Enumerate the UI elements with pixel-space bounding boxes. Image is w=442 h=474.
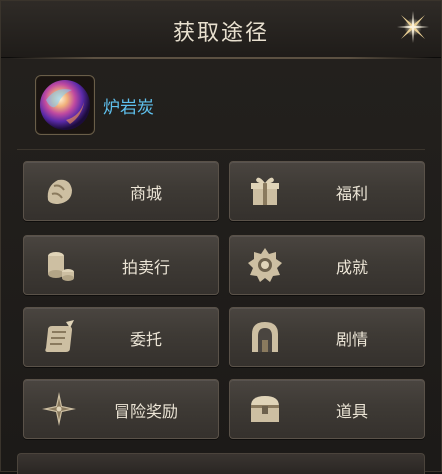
source-label: 成就 xyxy=(335,258,368,277)
treasure-chest-icon xyxy=(251,396,279,422)
mall-pouch-icon xyxy=(47,179,72,204)
source-button-achievement[interactable]: 成就 xyxy=(229,235,425,295)
compass-star-icon xyxy=(42,392,76,426)
dialog-header: 获取途径 xyxy=(1,1,441,58)
source-button-auction[interactable]: 拍卖行 xyxy=(23,235,219,295)
source-label: 剧情 xyxy=(335,330,368,349)
item-info: 炉岩炭 xyxy=(35,75,415,141)
acquisition-dialog: 获取途径 炉岩炭 商城 福利 拍卖行 成就 委托 剧情 冒险奖励 道具 xyxy=(0,0,442,474)
partial-button-offscreen xyxy=(17,453,425,474)
item-name: 炉岩炭 xyxy=(103,98,154,118)
lava-orb-icon xyxy=(40,80,90,130)
source-label: 拍卖行 xyxy=(121,258,170,277)
gift-box-icon xyxy=(251,177,279,205)
source-button-welfare[interactable]: 福利 xyxy=(229,161,425,221)
header-divider xyxy=(9,57,433,59)
source-button-item[interactable]: 道具 xyxy=(229,379,425,439)
section-divider xyxy=(17,149,425,150)
coin-stack-icon xyxy=(48,252,74,281)
source-label: 冒险奖励 xyxy=(113,402,178,421)
source-label: 道具 xyxy=(335,402,368,421)
dialog-title: 获取途径 xyxy=(172,21,269,46)
source-button-mall[interactable]: 商城 xyxy=(23,161,219,221)
source-label: 福利 xyxy=(335,184,368,203)
source-button-commission[interactable]: 委托 xyxy=(23,307,219,367)
item-icon-frame xyxy=(35,75,95,135)
source-button-story[interactable]: 剧情 xyxy=(229,307,425,367)
achievement-medal-icon xyxy=(248,248,282,282)
close-button[interactable] xyxy=(395,9,431,45)
source-button-adventure-reward[interactable]: 冒险奖励 xyxy=(23,379,219,439)
source-label: 商城 xyxy=(129,184,162,203)
close-icon xyxy=(397,11,429,43)
scroll-quest-icon xyxy=(45,320,74,352)
story-gate-icon xyxy=(252,322,278,352)
source-label: 委托 xyxy=(129,330,162,349)
